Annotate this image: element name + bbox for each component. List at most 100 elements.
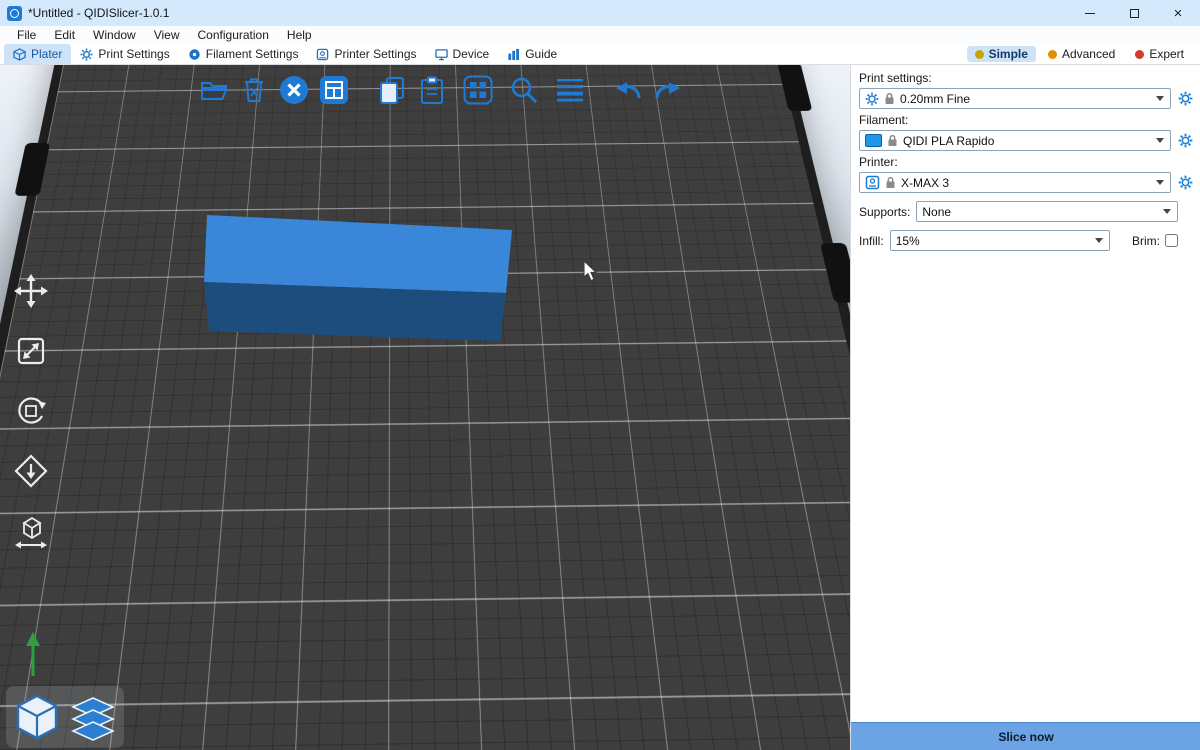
- print-settings-value: 0.20mm Fine: [900, 92, 970, 106]
- minimize-button[interactable]: [1068, 0, 1112, 26]
- print-settings-combo[interactable]: 0.20mm Fine: [859, 88, 1171, 109]
- folder-open-icon: [200, 78, 228, 102]
- 3d-viewport[interactable]: [0, 65, 850, 750]
- view-toolbar: [6, 686, 124, 748]
- mode-selector: Simple Advanced Expert: [967, 46, 1200, 62]
- printer-icon: [865, 175, 880, 190]
- rotate-tool-button[interactable]: [10, 390, 52, 432]
- maximize-icon: [1130, 9, 1139, 18]
- infill-label: Infill:: [859, 234, 884, 248]
- chevron-down-icon: [1156, 180, 1164, 185]
- chevron-down-icon: [1095, 238, 1103, 243]
- menu-configuration[interactable]: Configuration: [189, 26, 278, 44]
- model-object[interactable]: [0, 65, 850, 750]
- print-settings-icon: [80, 48, 93, 61]
- layers-preview-icon: [68, 692, 118, 742]
- mode-simple[interactable]: Simple: [967, 46, 1036, 62]
- tab-printer-settings[interactable]: Printer Settings: [307, 44, 425, 64]
- split-objects-button[interactable]: [462, 73, 494, 107]
- minimize-icon: [1085, 13, 1095, 14]
- tab-plater[interactable]: Plater: [4, 44, 71, 64]
- cube-3d-view-icon: [14, 692, 60, 742]
- variable-layer-height-icon: [555, 77, 585, 103]
- window-controls: ×: [1068, 0, 1200, 26]
- editor-3d-view-button[interactable]: [14, 692, 60, 742]
- supports-row: Supports: None: [859, 201, 1196, 222]
- gear-icon: [1178, 133, 1193, 148]
- printer-value: X-MAX 3: [901, 176, 949, 190]
- copy-button[interactable]: [376, 73, 408, 107]
- print-settings-row: 0.20mm Fine: [859, 88, 1196, 109]
- window-title: *Untitled - QIDISlicer-1.0.1: [28, 6, 169, 20]
- variable-layer-height-button[interactable]: [554, 73, 586, 107]
- infill-value: 15%: [896, 234, 920, 248]
- chevron-down-icon: [1163, 209, 1171, 214]
- tab-guide[interactable]: Guide: [498, 44, 566, 64]
- menu-view[interactable]: View: [145, 26, 189, 44]
- gear-icon: [865, 92, 879, 106]
- paste-icon: [419, 76, 445, 104]
- place-on-face-tool-button[interactable]: [10, 450, 52, 492]
- filament-combo[interactable]: QIDI PLA Rapido: [859, 130, 1171, 151]
- search-button[interactable]: [508, 73, 540, 107]
- device-icon: [435, 48, 448, 61]
- open-file-button[interactable]: [198, 73, 230, 107]
- brim-checkbox[interactable]: [1165, 234, 1178, 247]
- delete-button[interactable]: [238, 73, 270, 107]
- lock-icon: [884, 92, 895, 105]
- close-button[interactable]: ×: [1156, 0, 1200, 26]
- chevron-down-icon: [1156, 96, 1164, 101]
- tab-print-settings[interactable]: Print Settings: [71, 44, 178, 64]
- printer-row: X-MAX 3: [859, 172, 1196, 193]
- preview-layers-view-button[interactable]: [68, 692, 118, 742]
- printer-label: Printer:: [859, 155, 1196, 169]
- mode-expert[interactable]: Expert: [1127, 46, 1192, 62]
- menu-help[interactable]: Help: [278, 26, 321, 44]
- supports-value: None: [922, 205, 951, 219]
- delete-all-button[interactable]: [278, 73, 310, 107]
- mode-advanced[interactable]: Advanced: [1040, 46, 1123, 62]
- print-settings-edit-button[interactable]: [1176, 90, 1194, 108]
- print-settings-label: Print settings:: [859, 71, 1196, 85]
- menu-edit[interactable]: Edit: [45, 26, 84, 44]
- tab-device[interactable]: Device: [426, 44, 499, 64]
- lock-icon: [887, 134, 898, 147]
- printer-combo[interactable]: X-MAX 3: [859, 172, 1171, 193]
- supports-combo[interactable]: None: [916, 201, 1178, 222]
- settings-sidebar: Print settings: 0.20mm Fine Filament: QI…: [850, 65, 1200, 750]
- measure-tool-button[interactable]: [10, 510, 52, 552]
- titlebar: *Untitled - QIDISlicer-1.0.1 ×: [0, 0, 1200, 26]
- close-icon: ×: [1174, 6, 1183, 21]
- menubar: File Edit Window View Configuration Help: [0, 26, 1200, 44]
- menu-window[interactable]: Window: [84, 26, 145, 44]
- slice-now-button[interactable]: Slice now: [851, 722, 1200, 750]
- menu-file[interactable]: File: [8, 26, 45, 44]
- infill-combo[interactable]: 15%: [890, 230, 1110, 251]
- filament-value: QIDI PLA Rapido: [903, 134, 994, 148]
- infill-brim-row: Infill: 15% Brim:: [859, 230, 1196, 251]
- printer-settings-icon: [316, 48, 329, 61]
- maximize-button[interactable]: [1112, 0, 1156, 26]
- undo-button[interactable]: [612, 73, 644, 107]
- mouse-cursor: [583, 261, 603, 283]
- arrange-button[interactable]: [318, 73, 350, 107]
- gear-icon: [1178, 91, 1193, 106]
- filament-label: Filament:: [859, 113, 1196, 127]
- delete-all-icon: [279, 75, 309, 105]
- filament-edit-button[interactable]: [1176, 132, 1194, 150]
- gear-icon: [1178, 175, 1193, 190]
- redo-icon: [653, 78, 683, 102]
- tab-filament-settings[interactable]: Filament Settings: [179, 44, 308, 64]
- filament-settings-icon: [188, 48, 201, 61]
- supports-label: Supports:: [859, 205, 910, 219]
- place-on-face-icon: [11, 451, 51, 491]
- tabbar: Plater Print Settings Filament Settings …: [0, 44, 1200, 65]
- arrange-icon: [319, 75, 349, 105]
- filament-color-swatch: [865, 134, 882, 147]
- printer-edit-button[interactable]: [1176, 174, 1194, 192]
- paste-button[interactable]: [416, 73, 448, 107]
- redo-button[interactable]: [652, 73, 684, 107]
- scale-tool-button[interactable]: [10, 330, 52, 372]
- qidislicer-window: *Untitled - QIDISlicer-1.0.1 × File Edit…: [0, 0, 1200, 750]
- move-tool-button[interactable]: [10, 270, 52, 312]
